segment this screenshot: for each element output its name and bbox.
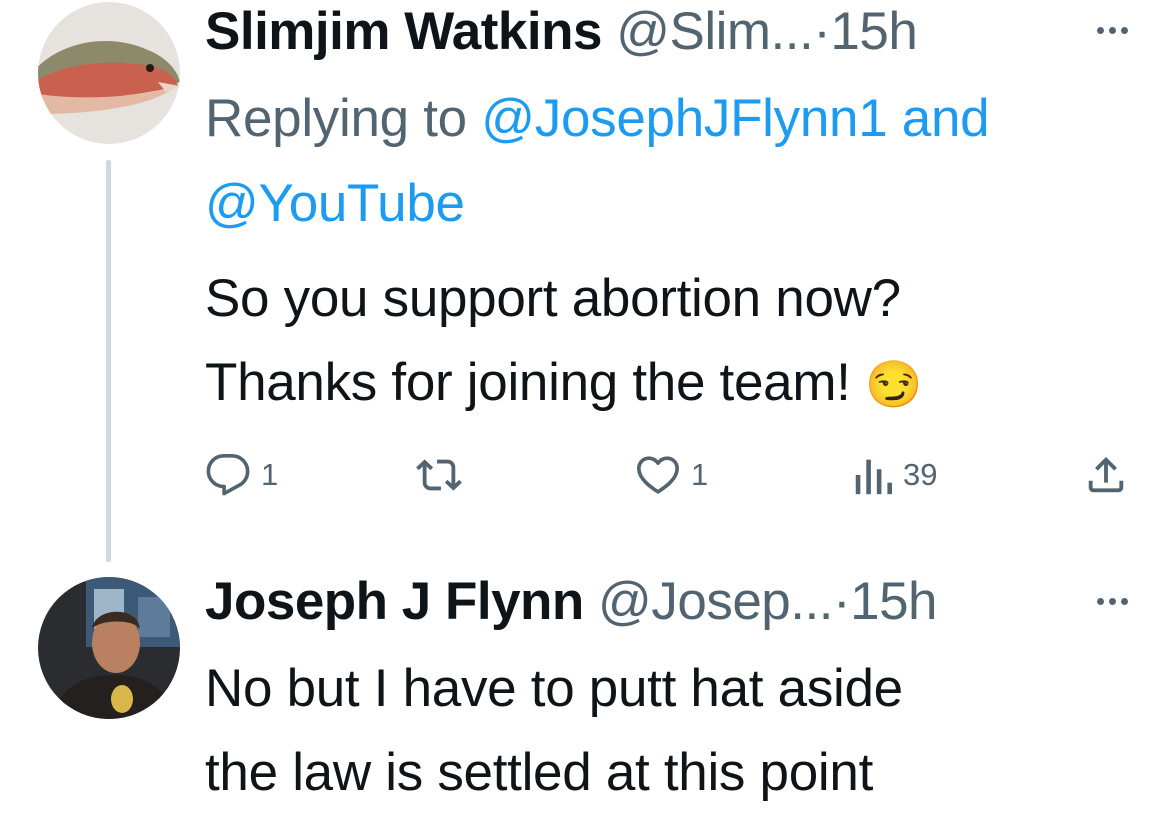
more-icon-2[interactable] [1097,598,1128,605]
reply-icon [205,452,251,498]
smirk-emoji: 😏 [865,358,923,410]
tweet-text: So you support abortion now? Thanks for … [205,257,922,426]
share-icon [1083,452,1129,498]
author-name-2[interactable]: Joseph J Flynn [205,572,584,631]
replying-to: Replying to @JosephJFlynn1 and [205,75,990,163]
avatar-slimjim[interactable] [38,2,180,144]
author-name[interactable]: Slimjim Watkins [205,2,602,61]
tweet2-text-line2: the law is settled at this point [205,743,873,802]
reply-button[interactable]: 1 [205,445,278,505]
thread-connector [106,160,111,562]
tweet2-text-line1: No but I have to putt hat aside [205,659,903,718]
more-icon[interactable] [1097,27,1128,34]
mention-josephjflynn1[interactable]: @JosephJFlynn1 [481,89,887,148]
timestamp-2[interactable]: 15h [850,572,937,631]
reply-count: 1 [261,457,279,492]
tweet-text-line2-text: Thanks for joining the team! [205,353,851,412]
author-handle[interactable]: @Slim... [616,2,814,61]
mention-and: and [887,89,990,148]
views-icon [853,452,893,498]
tweet-text-2: No but I have to putt hat aside the law … [205,647,903,815]
retweet-icon [415,452,463,498]
author-handle-2[interactable]: @Josep... [598,572,833,631]
views-button[interactable]: 39 [853,445,937,505]
share-button[interactable] [1083,445,1129,505]
avatar-joseph[interactable] [38,577,180,719]
tweet-header: Slimjim Watkins @Slim...·15h [205,0,918,64]
replying-to-line2: @YouTube [205,160,465,248]
timestamp[interactable]: 15h [830,2,917,61]
like-button[interactable]: 1 [635,445,708,505]
replying-prefix: Replying to [205,89,482,148]
like-icon [635,452,681,498]
separator-dot-2: · [832,572,851,631]
like-count: 1 [691,457,709,492]
retweet-button[interactable] [415,445,463,505]
separator-dot: · [813,2,831,61]
mention-youtube[interactable]: @YouTube [205,174,465,233]
tweet-text-line1: So you support abortion now? [205,269,901,328]
action-bar: 1 1 39 [205,445,1135,505]
tweet-header-2: Joseph J Flynn @Josep...·15h [205,570,938,634]
tweet-text-line2: Thanks for joining the team! 😏 [205,341,922,426]
views-count: 39 [903,457,938,492]
